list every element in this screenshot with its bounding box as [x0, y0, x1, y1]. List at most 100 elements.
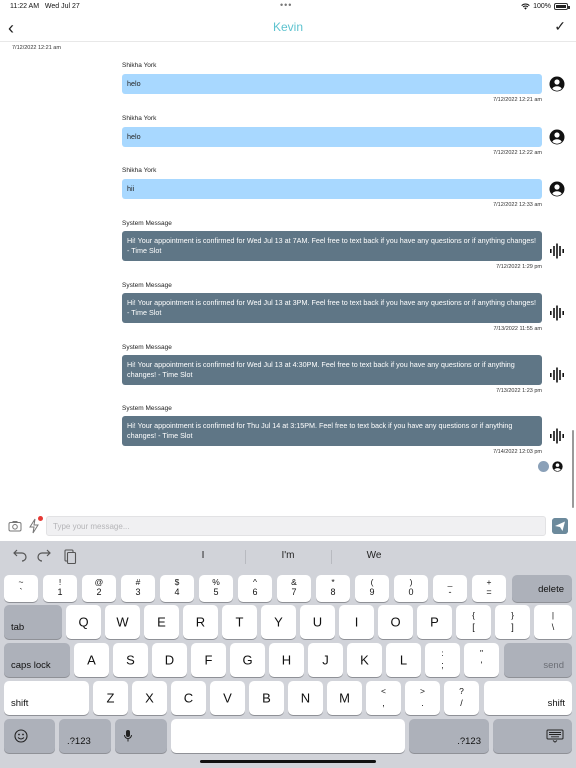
key-i[interactable]: I	[339, 605, 374, 639]
key-o[interactable]: O	[378, 605, 413, 639]
message-timestamp: 7/12/2022 12:21 am	[493, 97, 542, 103]
key-q[interactable]: Q	[66, 605, 101, 639]
done-check-button[interactable]: ✓	[554, 18, 566, 35]
wifi-icon	[521, 3, 530, 10]
key-h[interactable]: H	[269, 643, 304, 677]
key-6[interactable]: ^ 6	[238, 575, 272, 602]
message-timestamp: 7/13/2022 11:55 am	[493, 326, 542, 332]
key-9[interactable]: (9	[355, 575, 389, 602]
redo-icon[interactable]	[36, 548, 52, 564]
read-receipts	[538, 461, 563, 472]
message-bubble[interactable]: helo	[122, 127, 542, 147]
keyboard-dismiss-icon	[546, 729, 564, 743]
key-comma[interactable]: <,	[366, 681, 401, 715]
suggestion[interactable]: We	[331, 550, 417, 561]
shift-left-key[interactable]: shift	[4, 681, 89, 715]
key-c[interactable]: C	[171, 681, 206, 715]
key-d[interactable]: D	[152, 643, 187, 677]
key-p[interactable]: P	[417, 605, 452, 639]
message-timestamp: 7/12/2022 12:22 am	[493, 150, 542, 156]
key-n[interactable]: N	[288, 681, 323, 715]
message-input[interactable]	[46, 516, 546, 536]
key-period[interactable]: >.	[405, 681, 440, 715]
key-g[interactable]: G	[230, 643, 265, 677]
key-bracket-right[interactable]: }]	[495, 605, 530, 639]
key-f[interactable]: F	[191, 643, 226, 677]
predictive-bar: I I'm We	[0, 541, 576, 571]
key-5[interactable]: % 5	[199, 575, 233, 602]
dictation-key[interactable]	[115, 719, 167, 753]
space-bar[interactable]	[171, 719, 405, 753]
key-s[interactable]: S	[113, 643, 148, 677]
key-minus[interactable]: _ -	[433, 575, 467, 602]
audio-waveform-icon[interactable]	[549, 428, 565, 444]
audio-waveform-icon[interactable]	[549, 243, 565, 259]
message-bubble[interactable]: Hi! Your appointment is confirmed for We…	[122, 355, 542, 385]
key-equals[interactable]: + =	[472, 575, 506, 602]
key-e[interactable]: E	[144, 605, 179, 639]
key-4[interactable]: $4	[160, 575, 194, 602]
hide-keyboard-key[interactable]	[493, 719, 572, 753]
key-backtick[interactable]: ~ `	[4, 575, 38, 602]
key-m[interactable]: M	[327, 681, 362, 715]
tab-key[interactable]: tab	[4, 605, 62, 639]
key-8[interactable]: * 8	[316, 575, 350, 602]
key-v[interactable]: V	[210, 681, 245, 715]
send-icon[interactable]	[552, 518, 568, 534]
key-b[interactable]: B	[249, 681, 284, 715]
paste-icon[interactable]	[62, 548, 78, 564]
shift-right-key[interactable]: shift	[484, 681, 572, 715]
key-backslash[interactable]: | \	[534, 605, 572, 639]
key-y[interactable]: Y	[261, 605, 296, 639]
scrollbar[interactable]	[572, 430, 574, 508]
message-sender: System Message	[122, 344, 172, 351]
key-bracket-left[interactable]: {[	[456, 605, 491, 639]
key-x[interactable]: X	[132, 681, 167, 715]
key-0[interactable]: ) 0	[394, 575, 428, 602]
battery-icon	[554, 3, 570, 10]
caps-lock-key[interactable]: caps lock	[4, 643, 70, 677]
key-semicolon[interactable]: :;	[425, 643, 460, 677]
key-z[interactable]: Z	[93, 681, 128, 715]
user-avatar-icon[interactable]	[549, 129, 565, 145]
key-w[interactable]: W	[105, 605, 140, 639]
nav-bar: ‹ Kevin ✓	[0, 14, 576, 42]
suggestion[interactable]: I'm	[245, 550, 331, 561]
key-k[interactable]: K	[347, 643, 382, 677]
audio-waveform-icon[interactable]	[549, 367, 565, 383]
key-l[interactable]: L	[386, 643, 421, 677]
message-sender: System Message	[122, 220, 172, 227]
key-t[interactable]: T	[222, 605, 257, 639]
key-quote[interactable]: " '	[464, 643, 499, 677]
message-bubble[interactable]: Hi! Your appointment is confirmed for We…	[122, 293, 542, 323]
key-j[interactable]: J	[308, 643, 343, 677]
key-3[interactable]: #3	[121, 575, 155, 602]
key-a[interactable]: A	[74, 643, 109, 677]
audio-waveform-icon[interactable]	[549, 305, 565, 321]
home-indicator[interactable]	[200, 760, 376, 763]
numbers-left-key[interactable]: .?123	[59, 719, 111, 753]
camera-icon[interactable]	[8, 519, 22, 533]
delete-key[interactable]: delete	[512, 575, 572, 602]
key-u[interactable]: U	[300, 605, 335, 639]
user-avatar-icon[interactable]	[549, 181, 565, 197]
multitasking-dots[interactable]: •••	[280, 0, 292, 10]
key-r[interactable]: R	[183, 605, 218, 639]
key-2[interactable]: @2	[82, 575, 116, 602]
message-bubble[interactable]: hii	[122, 179, 542, 199]
notification-dot	[38, 516, 43, 521]
key-slash[interactable]: ? /	[444, 681, 479, 715]
numbers-right-key[interactable]: .?123	[409, 719, 489, 753]
key-7[interactable]: & 7	[277, 575, 311, 602]
undo-icon[interactable]	[12, 548, 28, 564]
message-bubble[interactable]: helo	[122, 74, 542, 94]
key-1[interactable]: ! 1	[43, 575, 77, 602]
send-key[interactable]: send	[504, 643, 572, 677]
emoji-key[interactable]	[4, 719, 55, 753]
message-bubble[interactable]: Hi! Your appointment is confirmed for Th…	[122, 416, 542, 446]
user-avatar-icon	[552, 461, 563, 472]
suggestion[interactable]: I	[160, 550, 246, 561]
status-bar: 11:22 AM Wed Jul 27 ••• 100%	[0, 0, 576, 14]
message-bubble[interactable]: Hi! Your appointment is confirmed for We…	[122, 231, 542, 261]
user-avatar-icon[interactable]	[549, 76, 565, 92]
